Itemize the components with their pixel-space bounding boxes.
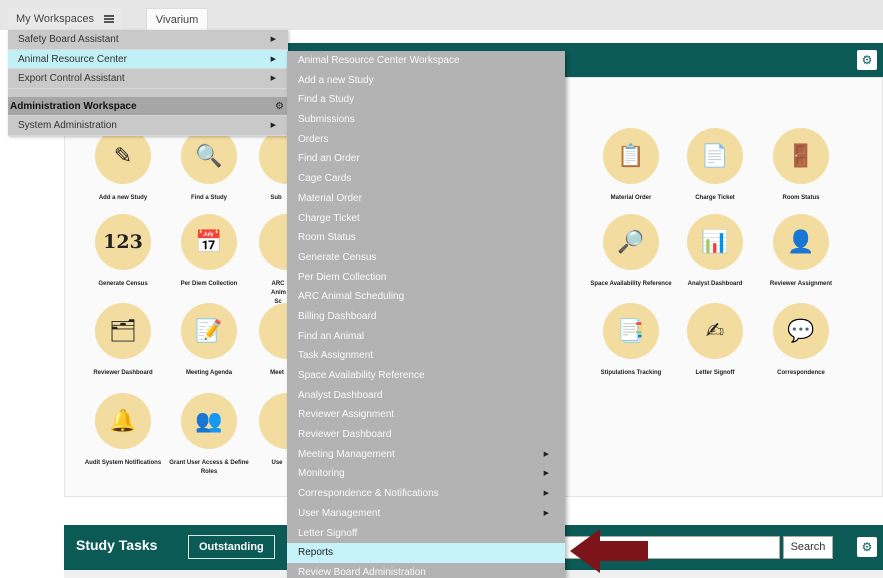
- submenu-item[interactable]: Add a new Study: [287, 71, 565, 91]
- submenu-item[interactable]: Review Board Administration: [287, 563, 565, 578]
- submenu-arrow-icon: ▶: [270, 36, 276, 43]
- tile-generate-census[interactable]: 123 Generate Census: [77, 214, 169, 289]
- animal-resource-center-submenu: Animal Resource Center Workspace Add a n…: [287, 51, 565, 578]
- vivarium-tab[interactable]: Vivarium: [146, 8, 208, 30]
- submenu-item[interactable]: Reviewer Dashboard: [287, 425, 565, 445]
- gear-icon[interactable]: ⚙: [275, 97, 284, 117]
- submenu-arrow-icon: ▶: [543, 490, 549, 498]
- submenu-arrow-icon: ▶: [270, 55, 276, 63]
- tile-charge-ticket[interactable]: 📄 Charge Ticket: [669, 128, 761, 203]
- submenu-arrow-icon: ▶: [543, 509, 549, 517]
- menu-item-safety-board[interactable]: Safety Board Assistant ▶: [8, 30, 288, 50]
- tile-space-availability[interactable]: 🔎 Space Availability Reference: [585, 214, 677, 289]
- door-search-icon: 🔎: [603, 214, 659, 270]
- submenu-item-monitoring[interactable]: Monitoring ▶: [287, 464, 565, 484]
- tile-stipulations[interactable]: 📑 Stipulations Tracking: [585, 303, 677, 378]
- number-icon: 123: [95, 214, 151, 270]
- menu-item-animal-resource-center[interactable]: Animal Resource Center ▶: [8, 49, 288, 69]
- submenu-arrow-icon: ▶: [543, 450, 549, 458]
- submenu-item[interactable]: Per Diem Collection: [287, 268, 565, 288]
- submenu-arrow-icon: ▶: [270, 75, 276, 82]
- gear-icon[interactable]: ⚙: [857, 537, 877, 557]
- submenu-item-reports[interactable]: Reports: [287, 543, 565, 563]
- submenu-arrow-icon: ▶: [543, 470, 549, 478]
- menu-section-administration[interactable]: Administration Workspace ⚙: [8, 96, 288, 117]
- tile-analyst-dashboard[interactable]: 📊 Analyst Dashboard: [669, 214, 761, 289]
- submenu-item-user-management[interactable]: User Management ▶: [287, 504, 565, 524]
- signoff-icon: ✍: [687, 303, 743, 359]
- workspace-tab-bar: My Workspaces Vivarium: [0, 0, 883, 30]
- tile-audit-system[interactable]: 🔔 Audit System Notifications: [77, 393, 169, 468]
- tile-room-status[interactable]: 🚪 Room Status: [755, 128, 847, 203]
- study-tasks-title: Study Tasks: [76, 537, 158, 553]
- submenu-item[interactable]: Room Status: [287, 228, 565, 248]
- menu-item-system-administration[interactable]: System Administration ▶: [8, 116, 288, 136]
- study-icon: ✎: [95, 128, 151, 184]
- my-workspaces-tab[interactable]: My Workspaces: [8, 8, 123, 30]
- submenu-item[interactable]: Material Order: [287, 189, 565, 209]
- stipulations-icon: 📑: [603, 303, 659, 359]
- submenu-item[interactable]: Orders: [287, 130, 565, 150]
- submenu-arrow-icon: ▶: [270, 122, 276, 129]
- workspace-dropdown-menu: Safety Board Assistant ▶ Animal Resource…: [8, 30, 288, 136]
- chat-icon: 💬: [773, 303, 829, 359]
- door-icon: 🚪: [773, 128, 829, 184]
- menu-icon[interactable]: [104, 15, 115, 23]
- submenu-item[interactable]: Cage Cards: [287, 169, 565, 189]
- submenu-item[interactable]: Billing Dashboard: [287, 307, 565, 327]
- submenu-item[interactable]: ARC Animal Scheduling: [287, 287, 565, 307]
- tile-submissions[interactable]: Sub: [225, 128, 315, 203]
- clipboard-icon: 📋: [603, 128, 659, 184]
- submenu-item[interactable]: Space Availability Reference: [287, 366, 565, 386]
- tile-letter-signoff[interactable]: ✍ Letter Signoff: [669, 303, 761, 378]
- tile-meeting[interactable]: Meet: [225, 303, 315, 378]
- search-button[interactable]: Search: [783, 536, 833, 559]
- submenu-item[interactable]: Find an Order: [287, 149, 565, 169]
- menu-divider: [8, 88, 288, 97]
- ticket-icon: 📄: [687, 128, 743, 184]
- tile-animal-scheduling[interactable]: ARC Anim Sc: [225, 214, 315, 307]
- my-workspaces-label: My Workspaces: [16, 13, 95, 25]
- submenu-item[interactable]: Charge Ticket: [287, 209, 565, 229]
- tile-reviewer-assignment[interactable]: 👤 Reviewer Assignment: [755, 214, 847, 289]
- dashboard-icon: 📊: [687, 214, 743, 270]
- badge-icon: 👤: [773, 214, 829, 270]
- submenu-item[interactable]: Task Assignment: [287, 346, 565, 366]
- outstanding-button[interactable]: Outstanding: [188, 535, 275, 559]
- submenu-item[interactable]: Find a Study: [287, 90, 565, 110]
- bell-icon: 🔔: [95, 393, 151, 449]
- reviewer-icon: 🗂: [95, 303, 151, 359]
- submenu-item[interactable]: Letter Signoff: [287, 524, 565, 544]
- submenu-item-correspondence[interactable]: Correspondence & Notifications ▶: [287, 484, 565, 504]
- submenu-item[interactable]: Reviewer Assignment: [287, 405, 565, 425]
- menu-item-export-control[interactable]: Export Control Assistant ▶: [8, 69, 288, 89]
- submenu-item[interactable]: Generate Census: [287, 248, 565, 268]
- tile-correspondence[interactable]: 💬 Correspondence: [755, 303, 847, 378]
- tile-add-study[interactable]: ✎ Add a new Study: [77, 128, 169, 203]
- submenu-item-meeting-management[interactable]: Meeting Management ▶: [287, 445, 565, 465]
- submenu-item[interactable]: Analyst Dashboard: [287, 386, 565, 406]
- submenu-item[interactable]: Animal Resource Center Workspace: [287, 51, 565, 71]
- tile-user[interactable]: Use: [225, 393, 315, 468]
- tile-reviewer-dashboard[interactable]: 🗂 Reviewer Dashboard: [77, 303, 169, 378]
- pointer-arrow-icon: [570, 529, 648, 573]
- tile-material-order[interactable]: 📋 Material Order: [585, 128, 677, 203]
- gear-icon[interactable]: ⚙: [857, 50, 877, 70]
- submenu-item[interactable]: Find an Animal: [287, 327, 565, 347]
- submenu-item[interactable]: Submissions: [287, 110, 565, 130]
